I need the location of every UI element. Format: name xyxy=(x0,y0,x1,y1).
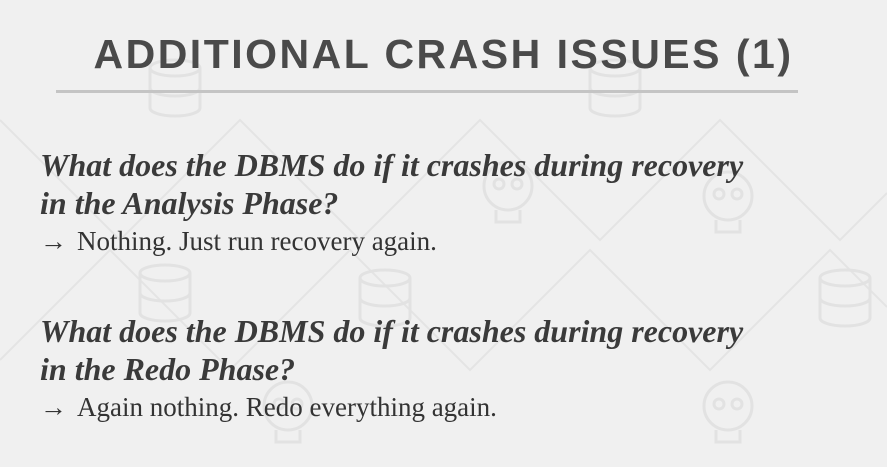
qa-block-analysis: What does the DBMS do if it crashes duri… xyxy=(40,146,860,258)
question-line-1: What does the DBMS do if it crashes duri… xyxy=(40,313,744,349)
qa-block-redo: What does the DBMS do if it crashes duri… xyxy=(40,312,860,424)
title-underline xyxy=(56,90,798,93)
answer-text: Nothing. Just run recovery again. xyxy=(77,226,437,256)
slide-title: ADDITIONAL CRASH ISSUES (1) xyxy=(93,31,794,77)
question-line-2: in the Redo Phase? xyxy=(40,351,296,387)
question-line-1: What does the DBMS do if it crashes duri… xyxy=(40,147,744,183)
question-analysis: What does the DBMS do if it crashes duri… xyxy=(40,146,860,222)
answer-redo: → Again nothing. Redo everything again. xyxy=(40,390,860,424)
slide: ADDITIONAL CRASH ISSUES (1) What does th… xyxy=(0,0,887,467)
question-line-2: in the Analysis Phase? xyxy=(40,185,339,221)
question-redo: What does the DBMS do if it crashes duri… xyxy=(40,312,860,388)
arrow-right-icon: → xyxy=(40,392,67,422)
answer-text: Again nothing. Redo everything again. xyxy=(77,392,497,422)
answer-analysis: → Nothing. Just run recovery again. xyxy=(40,224,860,258)
arrow-right-icon: → xyxy=(40,226,67,256)
